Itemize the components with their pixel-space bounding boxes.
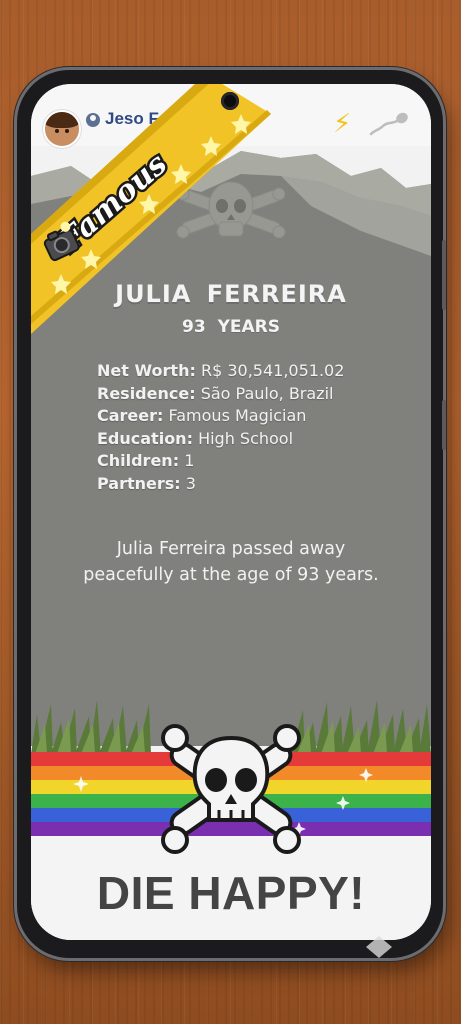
stat-children: Children: 1	[97, 451, 195, 471]
die-happy-title: DIE HAPPY!	[96, 867, 366, 919]
stat-career: Career: Famous Magician	[97, 406, 307, 426]
epitaph-text: Julia Ferreira passed away peacefully at…	[83, 539, 379, 585]
power-button	[442, 400, 446, 450]
life-stats: Net Worth: R$ 30,541,051.02 Residence: S…	[97, 360, 417, 496]
stat-net-worth: Net Worth: R$ 30,541,051.02	[97, 361, 345, 380]
gem-icon	[366, 936, 392, 958]
sperm-icon[interactable]	[369, 110, 411, 136]
front-camera	[221, 92, 239, 110]
stat-education: Education: High School	[97, 428, 294, 448]
lightning-icon[interactable]: ⚡	[333, 111, 351, 137]
stat-partners: Partners: 3	[97, 473, 196, 493]
game-screen: Jeso Fe ⚡ JULIA FERREIRA 93 YEARS Net Wo…	[31, 84, 431, 940]
stat-residence: Residence: São Paulo, Brazil	[97, 383, 334, 403]
famous-ribbon: Famous	[31, 84, 271, 334]
volume-button	[442, 240, 446, 310]
skull-crossbones-icon	[161, 724, 301, 854]
